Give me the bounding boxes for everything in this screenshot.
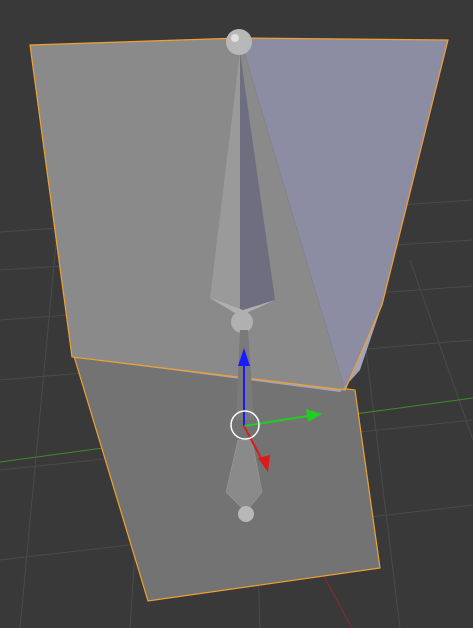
lower-bone-tail-joint[interactable] [238, 506, 254, 522]
upper-bone-head-highlight [231, 34, 239, 42]
upper-bone-head-joint[interactable] [226, 29, 252, 55]
viewport-canvas[interactable] [0, 0, 473, 628]
upper-bone-tail-joint[interactable] [231, 311, 253, 333]
3d-viewport[interactable] [0, 0, 473, 628]
